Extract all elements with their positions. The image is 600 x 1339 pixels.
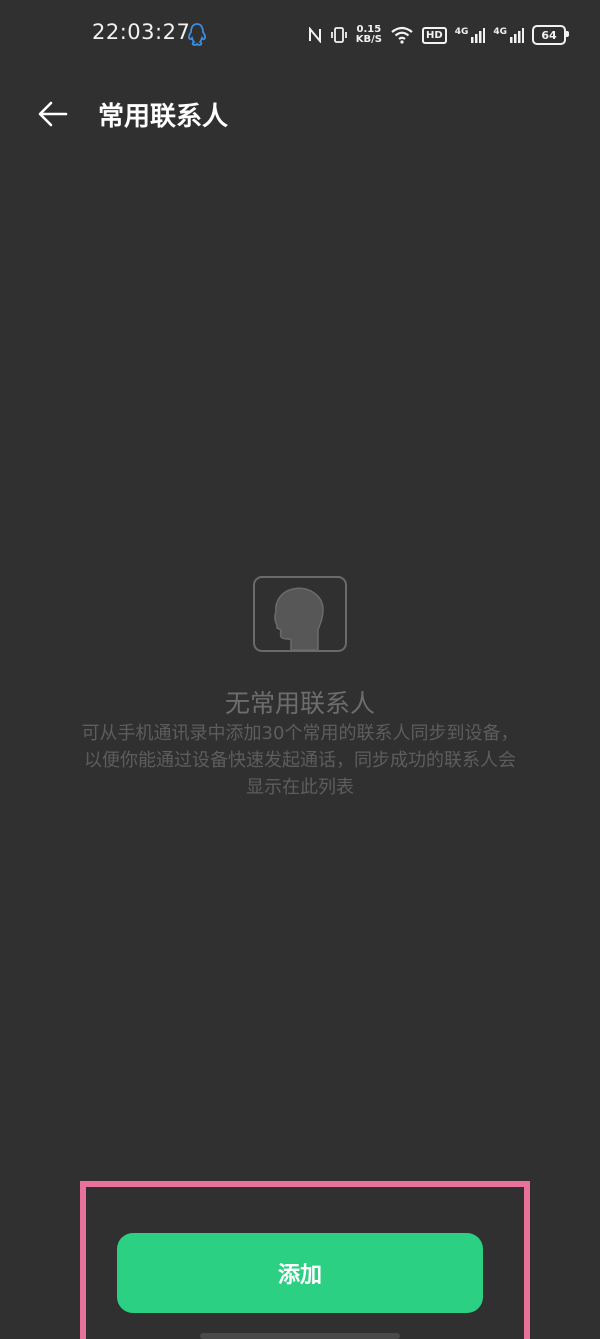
nfc-icon xyxy=(308,27,321,43)
signal-sim1: 4G xyxy=(455,27,486,43)
battery-level: 64 xyxy=(541,28,557,42)
app-bar: 常用联系人 xyxy=(0,80,600,150)
hd-badge: HD xyxy=(422,26,447,44)
vibrate-icon xyxy=(330,27,347,43)
signal-bars-icon xyxy=(471,28,486,43)
network-speed-unit: KB/S xyxy=(355,34,383,45)
add-button[interactable]: 添加 xyxy=(117,1233,483,1313)
wifi-icon xyxy=(391,26,413,44)
back-arrow-icon[interactable] xyxy=(36,97,70,131)
sim1-network-type: 4G xyxy=(454,27,469,37)
sim2-network-type: 4G xyxy=(493,27,507,37)
network-speed: 0.15 KB/S xyxy=(356,25,382,45)
battery-icon: 64 xyxy=(532,25,569,45)
empty-state-description: 可从手机通讯录中添加30个常用的联系人同步到设备，以便你能通过设备快速发起通话，… xyxy=(81,723,519,798)
page-title: 常用联系人 xyxy=(98,102,229,132)
status-time: 22:03:27 xyxy=(92,20,191,44)
signal-bars-icon xyxy=(510,28,524,43)
signal-sim2: 4G xyxy=(493,27,524,43)
home-indicator[interactable] xyxy=(200,1333,400,1339)
qq-icon xyxy=(188,23,206,46)
status-bar: 22:03:27 0.15 KB/S HD 4G 4G 64 xyxy=(0,0,600,70)
empty-state-title: 无常用联系人 xyxy=(224,689,375,718)
contact-placeholder-icon xyxy=(253,576,347,652)
